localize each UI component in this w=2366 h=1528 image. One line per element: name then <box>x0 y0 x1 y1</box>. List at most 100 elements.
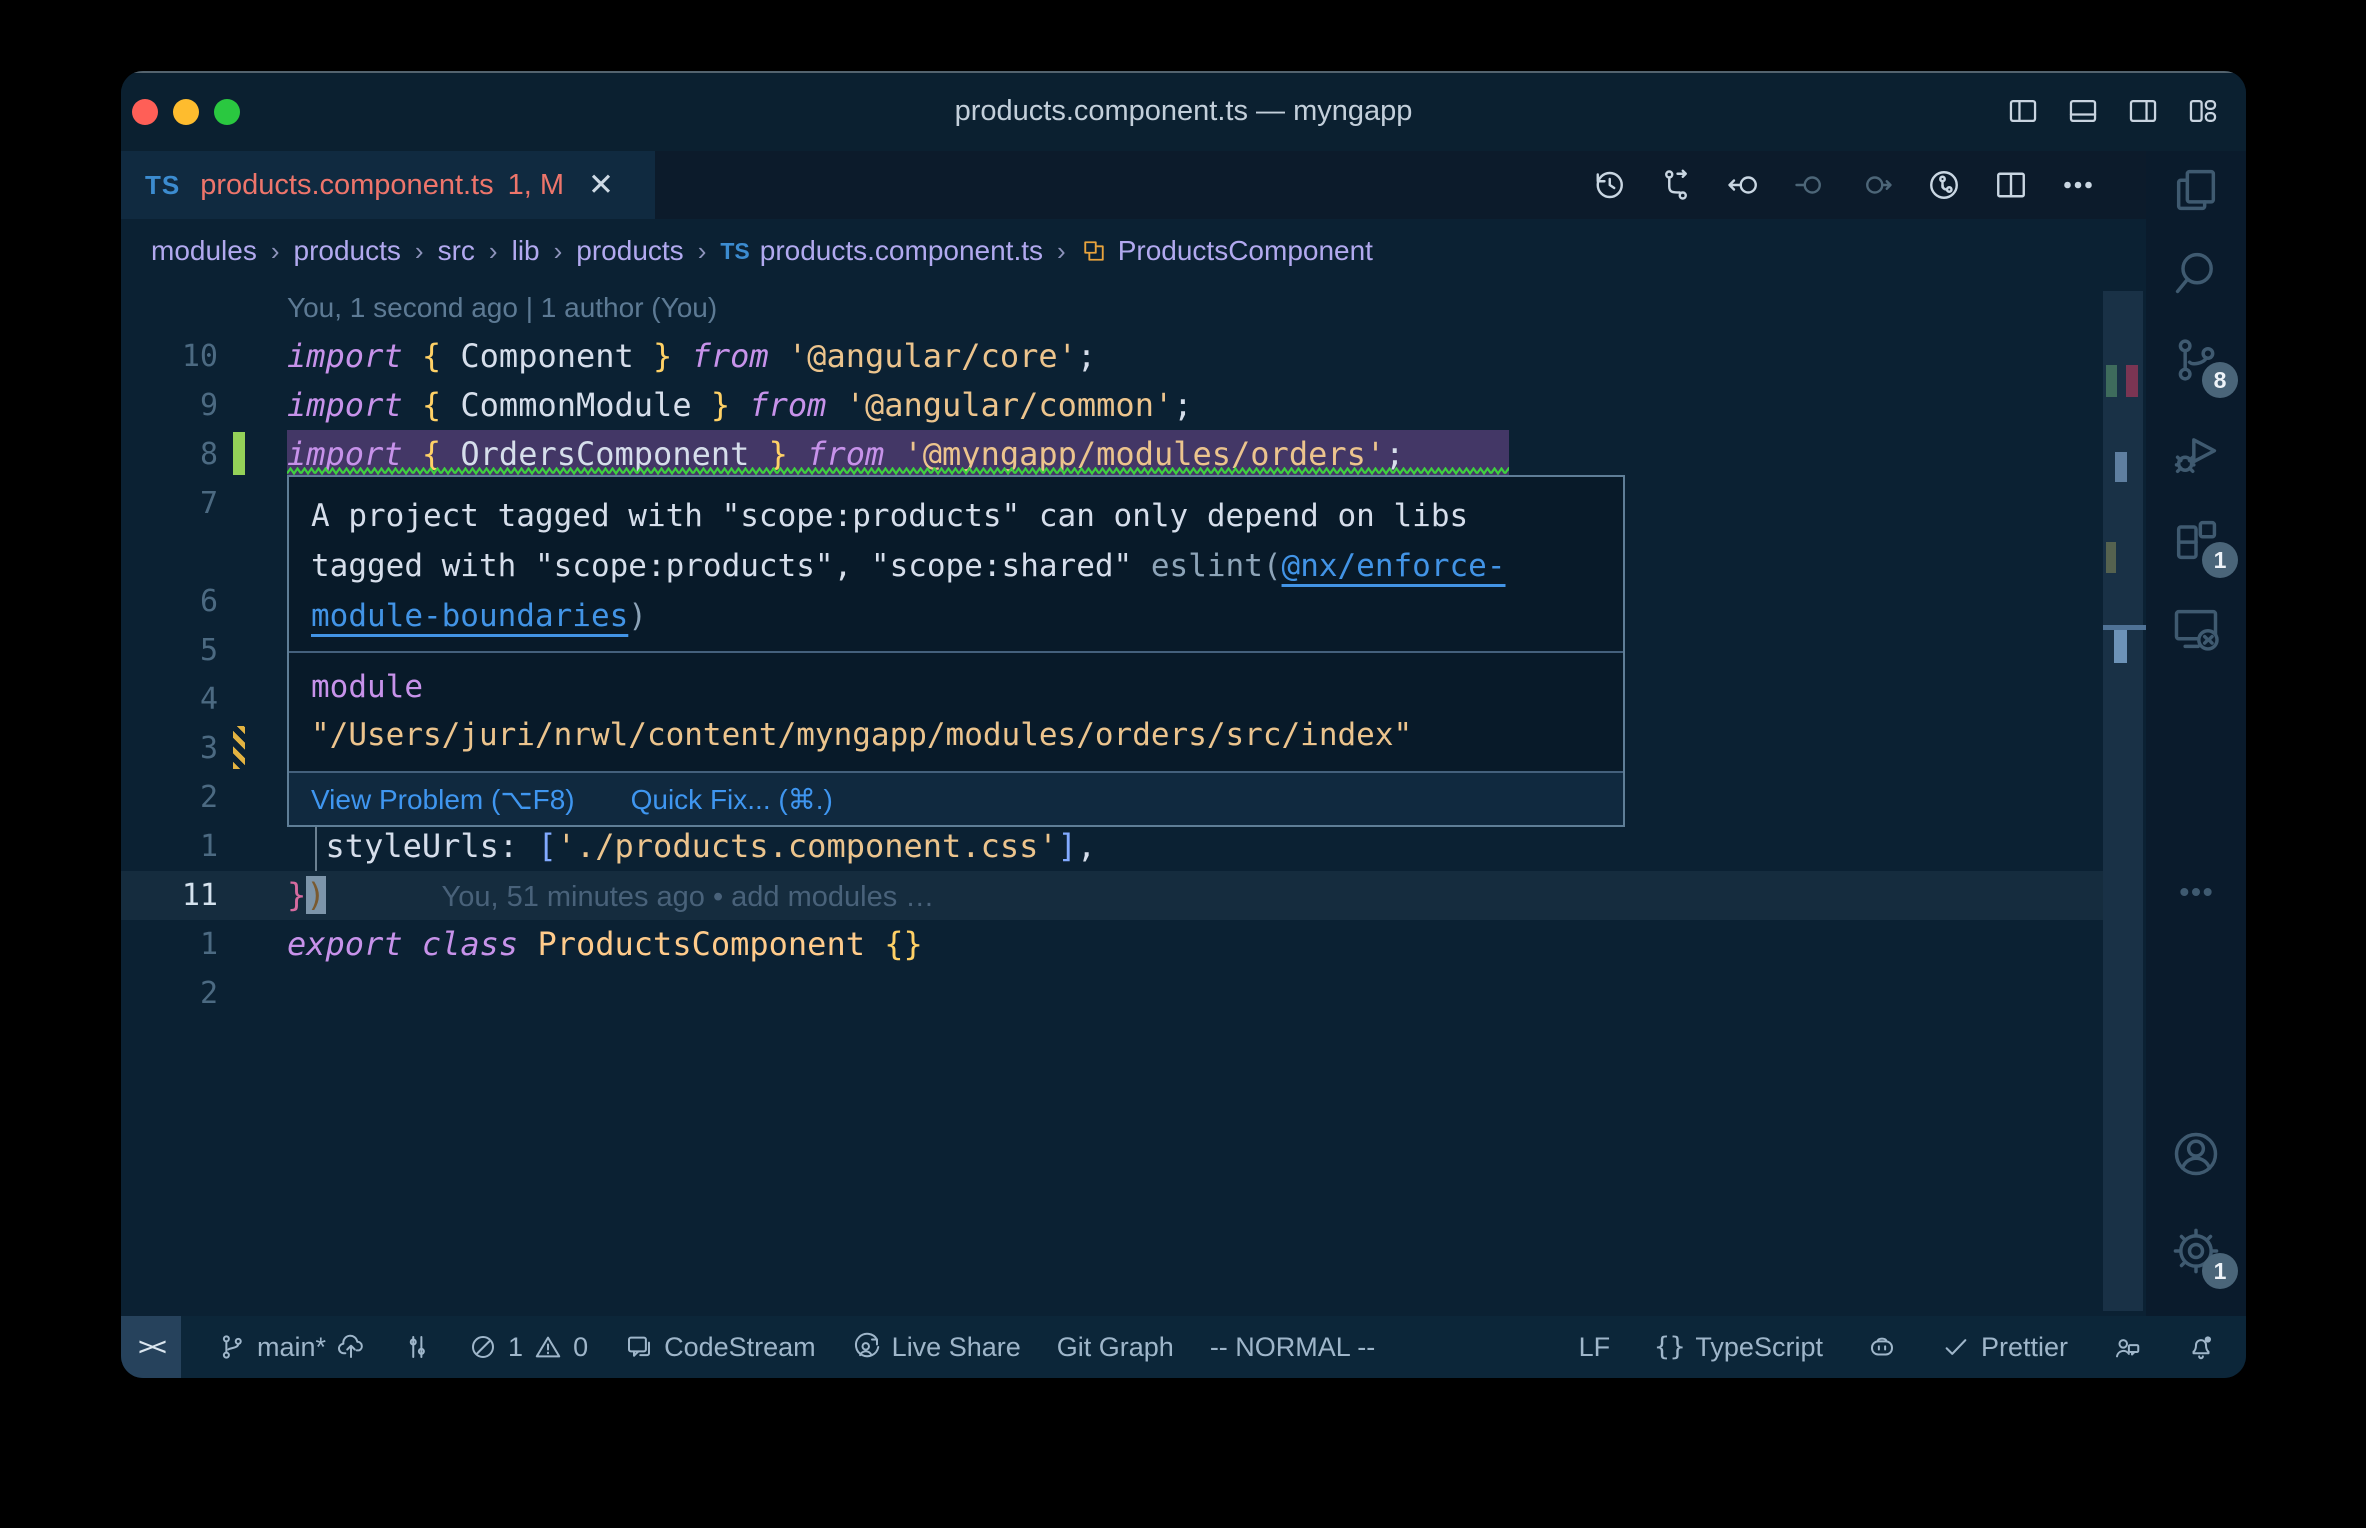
check-icon <box>1941 1332 1971 1362</box>
remote-explorer-icon <box>2170 603 2222 655</box>
breadcrumb-separator: › <box>697 235 707 266</box>
error-squiggle <box>287 467 1509 475</box>
status-copilot[interactable] <box>1867 1332 1897 1362</box>
layout-panel-icon[interactable] <box>2066 94 2100 128</box>
line-number: 2 <box>199 976 218 1011</box>
status-feedback[interactable] <box>2112 1332 2142 1362</box>
braces-icon: {} <box>1654 1332 1686 1362</box>
gutter-marker-modified <box>233 726 245 769</box>
extensions-badge: 1 <box>2202 542 2238 578</box>
layout-customize-icon[interactable] <box>2186 94 2220 128</box>
activity-remote-explorer[interactable] <box>2170 603 2222 655</box>
status-git-compare[interactable] <box>402 1332 432 1362</box>
breadcrumb-item[interactable]: src <box>438 235 475 267</box>
breadcrumb-separator: › <box>553 235 563 266</box>
eslint-rule-link[interactable]: module-boundaries <box>311 598 628 634</box>
gutter-marker-added <box>233 432 245 475</box>
view-problem-link[interactable]: View Problem (⌥F8) <box>311 783 575 816</box>
status-language[interactable]: {} TypeScript <box>1654 1332 1823 1363</box>
hover-text: A project tagged with "scope:products" c… <box>311 498 1469 534</box>
status-git-graph[interactable]: Git Graph <box>1057 1332 1174 1363</box>
line-number: 7 <box>199 486 218 521</box>
window-title: products.component.ts — myngapp <box>954 95 1413 127</box>
code-line[interactable]: 10 import { Component } from '@angular/co… <box>121 332 2103 381</box>
search-icon <box>2170 247 2222 299</box>
breadcrumb-item[interactable]: lib <box>512 235 540 267</box>
line-number: 9 <box>199 388 218 423</box>
status-eol[interactable]: LF <box>1579 1332 1611 1363</box>
code-line[interactable]: 8 import { OrdersComponent } from '@mynga… <box>121 430 2103 479</box>
layout-sidebar-right-icon[interactable] <box>2126 94 2160 128</box>
code-text: }) You, 51 minutes ago • add modules … <box>287 876 935 914</box>
breadcrumb-item[interactable]: modules <box>151 235 257 267</box>
overview-mark-cursor <box>2114 630 2127 663</box>
feedback-icon <box>2112 1332 2142 1362</box>
compare-changes-icon[interactable] <box>1658 167 1694 203</box>
next-change-icon[interactable] <box>1859 167 1895 203</box>
line-number <box>121 528 218 577</box>
line-number: 1 <box>199 829 218 864</box>
status-live-share[interactable]: Live Share <box>852 1332 1021 1363</box>
activity-account[interactable] <box>2170 1128 2222 1180</box>
line-number: 11 <box>181 878 218 913</box>
line-number: 3 <box>199 731 218 766</box>
status-codestream[interactable]: CodeStream <box>624 1332 816 1363</box>
breadcrumb-item[interactable]: ProductsComponent <box>1080 235 1373 267</box>
run-timeline-icon[interactable] <box>1926 167 1962 203</box>
breadcrumb-item[interactable]: products <box>576 235 683 267</box>
files-icon <box>2170 164 2222 216</box>
quick-fix-link[interactable]: Quick Fix... (⌘.) <box>631 783 833 816</box>
bell-icon <box>2186 1332 2216 1362</box>
activity-more-views[interactable] <box>2176 872 2216 912</box>
status-vim-mode[interactable]: -- NORMAL -- <box>1210 1332 1375 1363</box>
status-notifications[interactable] <box>2186 1332 2216 1362</box>
status-bar: >< main* 1 0 CodeStream Live Share Git Graph -… <box>121 1316 2246 1378</box>
remote-indicator[interactable]: >< <box>121 1316 181 1378</box>
split-editor-icon[interactable] <box>1993 167 2029 203</box>
activity-source-control[interactable]: 8 <box>2170 334 2238 398</box>
symbol-class-icon <box>1080 237 1108 265</box>
hover-message: A project tagged with "scope:products" c… <box>289 477 1623 651</box>
nav-back-icon[interactable] <box>1725 167 1761 203</box>
close-button[interactable] <box>132 99 158 125</box>
more-actions-icon[interactable] <box>2060 167 2096 203</box>
breadcrumb-separator: › <box>1057 235 1066 266</box>
code-line[interactable]: 2 <box>121 969 2103 1018</box>
activity-extensions[interactable]: 1 <box>2170 514 2238 578</box>
previous-change-icon[interactable] <box>1792 167 1828 203</box>
code-line[interactable]: 1 export class ProductsComponent {} <box>121 920 2103 969</box>
timeline-history-icon[interactable] <box>1591 167 1627 203</box>
editor-area[interactable]: You, 1 second ago | 1 author (You) 10 impo… <box>121 283 2146 1316</box>
code-line[interactable]: 1 styleUrls: ['./products.component.css'… <box>121 822 2103 871</box>
minimize-button[interactable] <box>173 99 199 125</box>
error-circle-icon <box>468 1332 498 1362</box>
activity-search[interactable] <box>2170 247 2222 299</box>
scrollbar-slider[interactable] <box>2103 291 2143 1311</box>
hover-text: ) <box>628 598 647 634</box>
tab-label: products.component.ts <box>200 168 494 201</box>
eslint-rule-link[interactable]: @nx/enforce- <box>1282 548 1506 584</box>
zoom-button[interactable] <box>214 99 240 125</box>
tab-products-component[interactable]: TS products.component.ts 1, M ✕ <box>121 151 655 219</box>
warning-triangle-icon <box>533 1332 563 1362</box>
title-bar: products.component.ts — myngapp <box>121 71 2246 151</box>
tab-close-button[interactable]: ✕ <box>588 167 614 203</box>
breadcrumb-item[interactable]: TS products.component.ts <box>720 235 1043 267</box>
sliders-icon <box>402 1332 432 1362</box>
layout-sidebar-left-icon[interactable] <box>2006 94 2040 128</box>
source-control-badge: 8 <box>2202 362 2238 398</box>
inline-blame: You, 51 minutes ago • add modules … <box>441 881 935 913</box>
activity-explorer[interactable] <box>2170 164 2222 216</box>
activity-run-debug[interactable] <box>2170 428 2222 480</box>
overview-mark-error <box>2126 365 2138 397</box>
debug-icon <box>2170 428 2222 480</box>
code-line[interactable]: 9 import { CommonModule } from '@angular/… <box>121 381 2103 430</box>
status-prettier[interactable]: Prettier <box>1941 1332 2068 1363</box>
hover-module-keyword: module <box>311 669 423 705</box>
code-line[interactable]: 11 }) You, 51 minutes ago • add modules … <box>121 871 2103 920</box>
code-line[interactable]: You, 1 second ago | 1 author (You) <box>121 283 2103 332</box>
status-problems[interactable]: 10 <box>468 1332 588 1363</box>
breadcrumb-item[interactable]: products <box>294 235 401 267</box>
activity-settings[interactable]: 1 <box>2170 1225 2238 1289</box>
status-git-branch[interactable]: main* <box>217 1332 366 1363</box>
